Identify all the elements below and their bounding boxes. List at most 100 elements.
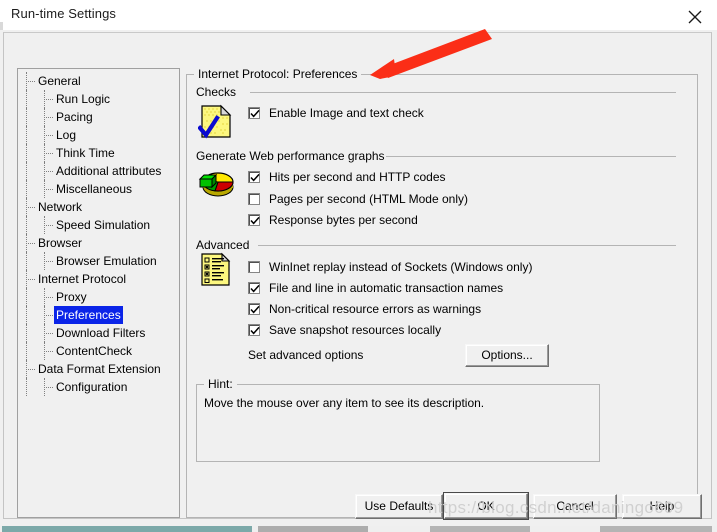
runtime-settings-dialog: Run-time Settings General Run Logic Pacing… (0, 0, 717, 532)
tree-connector-trunk (26, 108, 27, 126)
checkbox-label: Save snapshot resources locally (269, 323, 442, 337)
tree-item-run-logic[interactable]: Run Logic (18, 90, 179, 108)
tree-connector-trunk (26, 378, 27, 396)
tree-connector-dash (44, 153, 53, 154)
tree-connector-line (26, 198, 27, 216)
checkbox-box[interactable] (248, 303, 260, 315)
checkbox-box[interactable] (248, 261, 260, 273)
tree-item-label: Configuration (56, 380, 128, 394)
window-title: Run-time Settings (11, 6, 117, 21)
tree-item-label: Think Time (56, 146, 115, 160)
tree-connector-line (26, 360, 27, 378)
graphs-caption: Generate Web performance graphs (196, 149, 391, 163)
check-mark-icon (250, 284, 260, 293)
advanced-caption: Advanced (196, 238, 256, 252)
checkbox-box[interactable] (248, 171, 260, 183)
tree-connector-dash (26, 81, 35, 82)
tree-connector-trunk (26, 324, 27, 342)
checkbox-box[interactable] (248, 214, 260, 226)
tree-item-label: Pacing (56, 110, 93, 124)
tree-item-additional-attributes[interactable]: Additional attributes (18, 162, 179, 180)
hint-border-top (196, 384, 600, 385)
tree-connector-dash (44, 135, 53, 136)
checkbox-box[interactable] (248, 193, 260, 205)
tree-connector-line (44, 162, 45, 180)
tree-connector-line (44, 306, 45, 324)
tree-item-label: Browser (38, 236, 83, 250)
tree-connector-line (26, 234, 27, 252)
tree-connector-trunk (26, 216, 27, 234)
tree-item-browser-emulation[interactable]: Browser Emulation (18, 252, 179, 270)
strip-segment (600, 526, 712, 532)
tree-connector-trunk (26, 342, 27, 360)
title-bar: Run-time Settings (0, 0, 717, 31)
check-mark-icon (250, 216, 260, 225)
tree-connector-line (44, 90, 45, 108)
tree-connector-dash (26, 207, 35, 208)
close-button[interactable] (673, 0, 717, 29)
tree-item-label: General (38, 74, 81, 88)
tree-item-think-time[interactable]: Think Time (18, 144, 179, 162)
close-icon (688, 10, 702, 24)
tree-connector-dash (44, 189, 53, 190)
tree-connector-dash (44, 333, 53, 334)
tree-item-data-format-extension[interactable]: Data Format Extension (18, 360, 179, 378)
tree-connector-trunk (26, 90, 27, 108)
tree-connector-dash (44, 315, 53, 316)
tree-connector-dash (26, 369, 35, 370)
checkbox-label: WinInet replay instead of Sockets (Windo… (269, 260, 533, 274)
check-mark-icon (250, 305, 260, 314)
checkbox-label: Non-critical resource errors as warnings (269, 302, 482, 316)
tree-connector-line (26, 72, 27, 90)
checks-rule (250, 92, 676, 93)
tree-connector-dash (26, 279, 35, 280)
tree-connector-trunk (26, 144, 27, 162)
tree-connector-line (44, 126, 45, 144)
tree-item-pacing[interactable]: Pacing (18, 108, 179, 126)
checkbox-box[interactable] (248, 324, 260, 336)
options-button[interactable]: Options... (465, 344, 549, 367)
watermark-text: https://blog.csdn.net/daningo609 (428, 498, 684, 517)
dialog-client-area: General Run Logic Pacing Log Think Time Addit… (0, 30, 717, 532)
strip-segment (430, 526, 530, 532)
tree-item-speed-simulation[interactable]: Speed Simulation (18, 216, 179, 234)
tree-connector-line (44, 342, 45, 360)
tree-item-network[interactable]: Network (18, 198, 179, 216)
tree-connector-trunk (26, 306, 27, 324)
checkbox-label: Pages per second (HTML Mode only) (269, 192, 468, 206)
background-window-strip (0, 526, 717, 532)
checkbox-box[interactable] (248, 282, 260, 294)
settings-tree-list: General Run Logic Pacing Log Think Time Addit… (18, 72, 179, 396)
page-check-icon (197, 104, 234, 145)
tree-connector-dash (26, 243, 35, 244)
check-mark-icon (250, 109, 260, 118)
pie-chart-icon (198, 168, 236, 207)
tree-item-preferences[interactable]: Preferences (18, 306, 179, 324)
checkbox-label: Enable Image and text check (269, 106, 424, 120)
tree-item-label: Proxy (56, 290, 87, 304)
tree-connector-trunk (26, 252, 27, 270)
checkbox-box[interactable] (248, 107, 260, 119)
tree-item-proxy[interactable]: Proxy (18, 288, 179, 306)
graphs-rule (386, 156, 676, 157)
tree-connector-dash (44, 261, 53, 262)
checkbox-label: Hits per second and HTTP codes (269, 170, 446, 184)
tree-item-general[interactable]: General (18, 72, 179, 90)
tree-item-browser[interactable]: Browser (18, 234, 179, 252)
tree-item-internet-protocol[interactable]: Internet Protocol (18, 270, 179, 288)
tree-item-label: Run Logic (56, 92, 111, 106)
tree-item-label: ContentCheck (56, 344, 133, 358)
tree-item-download-filters[interactable]: Download Filters (18, 324, 179, 342)
tree-item-label: Preferences (54, 306, 123, 324)
group-border-left (186, 74, 187, 518)
tree-item-configuration[interactable]: Configuration (18, 378, 179, 396)
tree-connector-dash (44, 117, 53, 118)
tree-item-miscellaneous[interactable]: Miscellaneous (18, 180, 179, 198)
checklist-form-icon (198, 252, 234, 293)
settings-tree[interactable]: General Run Logic Pacing Log Think Time Addit… (17, 68, 180, 518)
tree-connector-trunk (26, 126, 27, 144)
set-advanced-options-label: Set advanced options (248, 348, 364, 362)
tree-item-log[interactable]: Log (18, 126, 179, 144)
hint-border-left (196, 384, 197, 462)
tree-item-contentcheck[interactable]: ContentCheck (18, 342, 179, 360)
